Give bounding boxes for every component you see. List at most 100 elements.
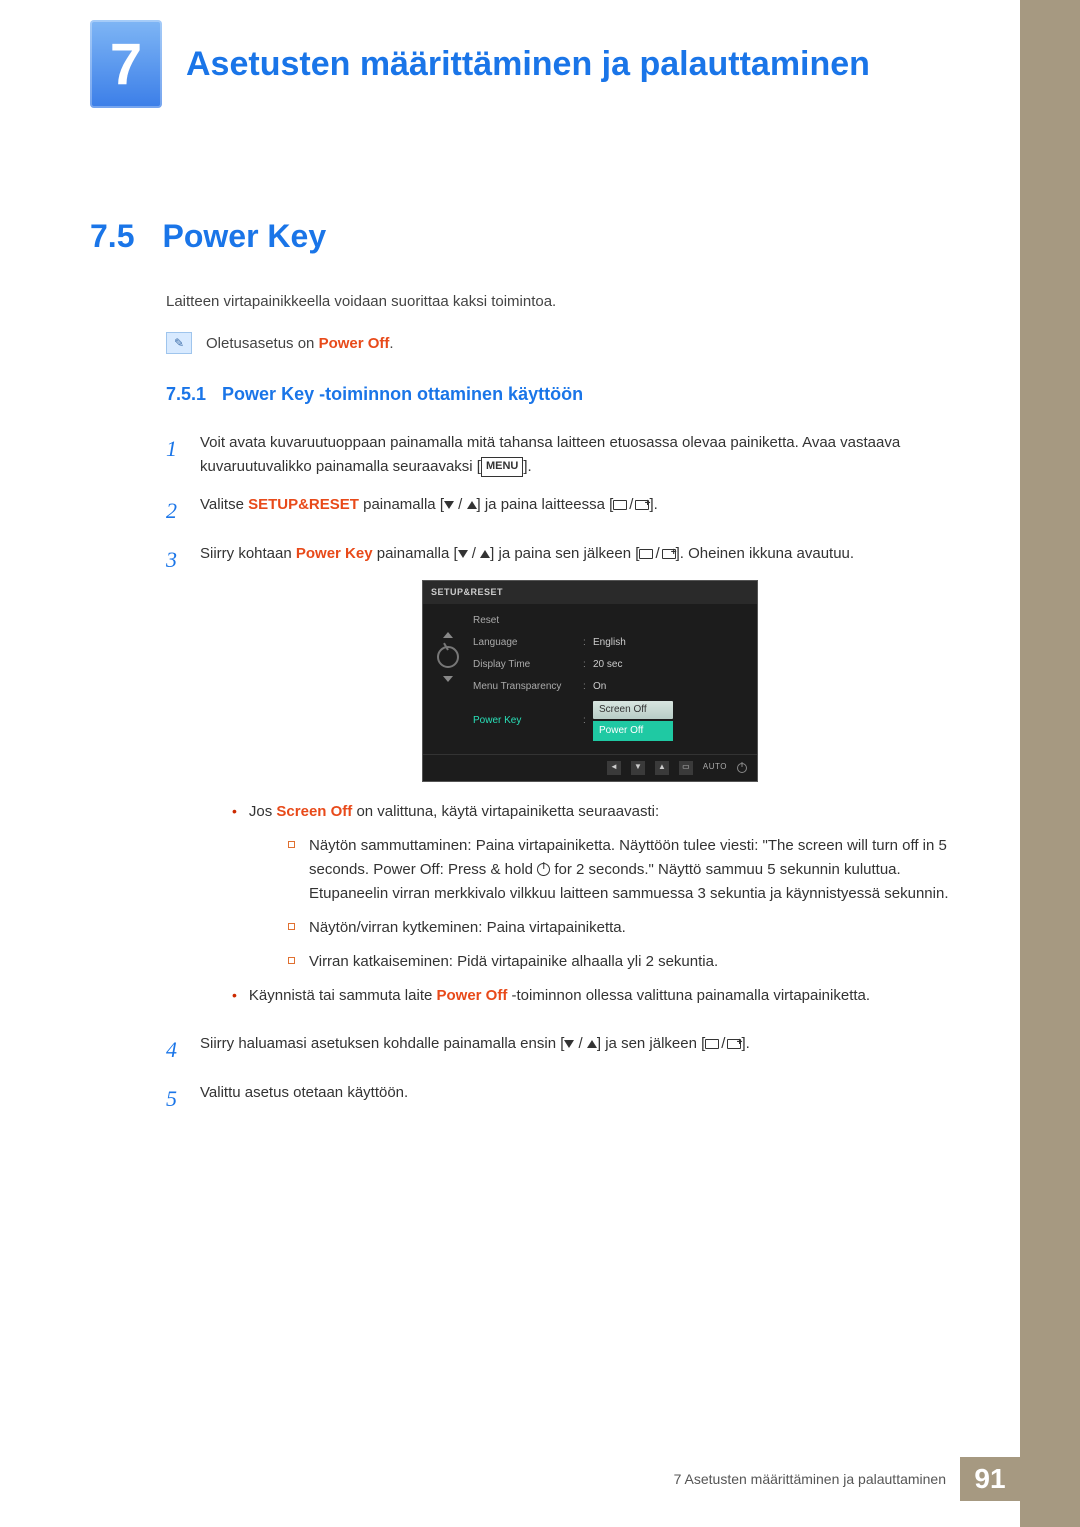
osd-row-language: Language : English [473,632,747,654]
chapter-number-badge: 7 [90,20,162,108]
page-number: 91 [960,1457,1020,1501]
source-enter-icon: / [639,542,675,566]
osd-value: 20 sec [593,657,622,673]
text: Käynnistä tai sammuta laite [249,987,437,1004]
step-text: ] ja paina laitteessa [ [477,496,614,513]
sub-bullet-text: Näytön/virran kytkeminen: Paina virtapai… [309,916,626,940]
step-number: 2 [166,493,184,528]
square-bullet-icon [288,841,295,848]
side-stripe [1020,0,1080,1527]
osd-label: Display Time [473,657,583,673]
osd-colon: : [583,713,593,729]
osd-up-icon: ▲ [655,761,669,775]
note-icon: ✎ [166,332,192,354]
subsection-number: 7.5.1 [166,384,206,405]
step-text: ]. [649,496,657,513]
bullet-item: • Käynnistä tai sammuta laite Power Off … [232,984,980,1008]
osd-row-reset: Reset [473,610,747,632]
page-footer: 7 Asetusten määrittäminen ja palauttamin… [674,1457,1020,1501]
note-text: Oletusasetus on Power Off. [206,335,394,352]
osd-footer: ◄ ▼ ▲ ▭ AUTO [423,754,757,781]
osd-menu-screenshot: SETUP&RESET Reset Language [422,580,758,781]
emphasis: Power Off [437,987,508,1004]
step-text: ] ja sen jälkeen [ [597,1035,705,1052]
step-body: Valittu asetus otetaan käyttöön. [200,1081,980,1116]
source-enter-icon: / [613,493,649,517]
subsection-heading: 7.5.1 Power Key -toiminnon ottaminen käy… [166,384,980,405]
osd-left-icons [423,604,473,754]
osd-row-display-time: Display Time : 20 sec [473,654,747,676]
osd-option: Power Off [593,721,673,741]
text: Jos [249,803,277,820]
osd-row-powerkey: Power Key : Screen Off Power Off [473,698,747,744]
sub-bullet-text: Näytön sammuttaminen: Paina virtapainike… [309,834,980,906]
step-number: 3 [166,542,184,1017]
emphasis: Power Key [296,545,373,562]
osd-down-icon: ▼ [631,761,645,775]
step-3: 3 Siirry kohtaan Power Key painamalla [ … [166,542,980,1017]
section-title: Power Key [162,218,326,255]
sub-bullet-list: Näytön sammuttaminen: Paina virtapainike… [288,834,980,974]
step-number: 5 [166,1081,184,1116]
power-icon [737,763,747,773]
chapter-title: Asetusten määrittäminen ja palauttaminen [186,45,870,84]
step-number: 1 [166,431,184,479]
footer-text: 7 Asetusten määrittäminen ja palauttamin… [674,1471,946,1487]
bullet-list: • Jos Screen Off on valittuna, käytä vir… [232,800,980,1008]
bullet-icon: • [232,800,237,824]
section-heading: 7.5 Power Key [90,218,980,255]
osd-label: Reset [473,613,583,629]
sub-bullet-text: Virran katkaiseminen: Pidä virtapainike … [309,950,718,974]
note-highlight: Power Off [319,335,390,352]
step-text: Valitse [200,496,248,513]
step-text: painamalla [ [373,545,458,562]
osd-value: English [593,635,626,651]
osd-label: Menu Transparency [473,679,583,695]
text: -toiminnon ollessa valittuna painamalla … [507,987,870,1004]
osd-enter-icon: ▭ [679,761,693,775]
osd-label: Power Key [473,713,583,729]
step-text: ]. Oheinen ikkuna avautuu. [676,545,854,562]
sub-bullet-item: Näytön/virran kytkeminen: Paina virtapai… [288,916,980,940]
step-5: 5 Valittu asetus otetaan käyttöön. [166,1081,980,1116]
step-text: Siirry kohtaan [200,545,296,562]
steps-list: 1 Voit avata kuvaruutuoppaan painamalla … [166,431,980,1116]
osd-selected-value: Screen Off [593,701,673,719]
osd-label: Language [473,635,583,651]
osd-title: SETUP&RESET [423,581,757,603]
text: on valittuna, käytä virtapainiketta seur… [352,803,659,820]
source-enter-icon: / [705,1032,741,1056]
page-content: 7.5 Power Key Laitteen virtapainikkeella… [0,148,1080,1116]
step-body: Valitse SETUP&RESET painamalla [ / ] ja … [200,493,980,528]
up-arrow-icon [480,550,490,558]
osd-row-transparency: Menu Transparency : On [473,676,747,698]
step-1: 1 Voit avata kuvaruutuoppaan painamalla … [166,431,980,479]
note-prefix: Oletusasetus on [206,335,319,352]
osd-colon: : [583,635,593,651]
sub-bullet-item: Virran katkaiseminen: Pidä virtapainike … [288,950,980,974]
bullet-text: Käynnistä tai sammuta laite Power Off -t… [249,984,870,1008]
square-bullet-icon [288,957,295,964]
down-arrow-icon [443,676,453,682]
menu-button-label: MENU [481,457,523,477]
bullet-icon: • [232,984,237,1008]
osd-auto-label: AUTO [703,761,727,774]
osd-colon: : [583,679,593,695]
osd-colon: : [583,657,593,673]
square-bullet-icon [288,923,295,930]
chapter-header: 7 Asetusten määrittäminen ja palauttamin… [0,0,1080,148]
down-arrow-icon [458,550,468,558]
sub-bullet-item: Näytön sammuttaminen: Paina virtapainike… [288,834,980,906]
step-text: ] ja paina sen jälkeen [ [490,545,639,562]
power-icon [537,863,550,876]
emphasis: Screen Off [276,803,352,820]
bullet-text: Jos Screen Off on valittuna, käytä virta… [249,800,659,824]
osd-body: Reset Language : English Display Time : … [423,604,757,754]
section-number: 7.5 [90,218,134,255]
subsection-title: Power Key -toiminnon ottaminen käyttöön [222,384,583,405]
step-2: 2 Valitse SETUP&RESET painamalla [ / ] j… [166,493,980,528]
step-4: 4 Siirry haluamasi asetuksen kohdalle pa… [166,1032,980,1067]
bullet-item: • Jos Screen Off on valittuna, käytä vir… [232,800,980,824]
step-text: Siirry haluamasi asetuksen kohdalle pain… [200,1035,564,1052]
step-text: painamalla [ [359,496,444,513]
